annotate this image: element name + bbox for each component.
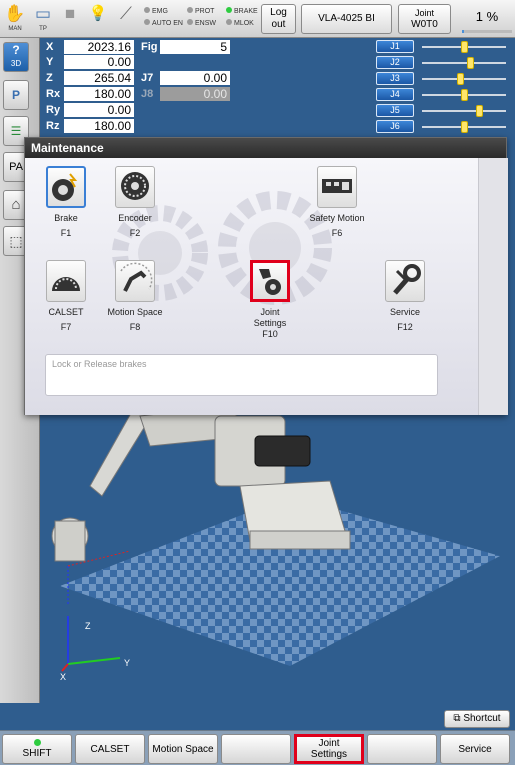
stop-square-icon[interactable]: ■: [59, 3, 81, 35]
robot-name-button[interactable]: VLA-4025 BI: [301, 4, 392, 34]
safety-motion-icon: [317, 166, 357, 208]
service-tile[interactable]: Service F12: [367, 260, 443, 333]
ensw-indicator: [187, 19, 193, 25]
j5-button[interactable]: J5: [376, 104, 414, 117]
pose-icon: P: [11, 88, 20, 102]
status-column-3: BRAKE MLOK: [226, 6, 258, 30]
dialog-body: Brake F1 Encoder F2 Safety Motion F6 CAL…: [25, 158, 508, 415]
calset-icon: [46, 260, 86, 302]
calset-tile[interactable]: CALSET F7: [28, 260, 104, 333]
brake-tile[interactable]: Brake F1: [28, 166, 104, 239]
dialog-title: Maintenance: [25, 138, 506, 158]
rz-value: 180.00: [64, 119, 134, 133]
x-value: 2023.16: [64, 40, 134, 54]
ry-value: 0.00: [64, 103, 134, 117]
j5-slider-track: [422, 110, 506, 112]
wrench-icon[interactable]: ⟋: [115, 3, 137, 35]
z-value: 265.04: [64, 71, 134, 85]
shortcut-button[interactable]: ⧉ Shortcut: [444, 710, 510, 728]
x-axis-label: X: [60, 672, 67, 682]
speed-bar-fill: [462, 30, 464, 33]
j3-slider-thumb[interactable]: [457, 73, 465, 85]
j4-button[interactable]: J4: [376, 88, 414, 101]
description-box: Lock or Release brakes: [45, 354, 438, 396]
j2-button[interactable]: J2: [376, 56, 414, 69]
joint-mode-button[interactable]: Joint W0T0: [398, 4, 451, 34]
rx-value: 180.00: [64, 87, 134, 101]
joint-row-j4: J4: [376, 88, 511, 102]
j6-slider-thumb[interactable]: [460, 121, 468, 133]
joint-settings-button[interactable]: Joint Settings: [294, 734, 364, 764]
shift-button[interactable]: SHIFT: [2, 734, 72, 764]
speed-bar: [462, 30, 512, 33]
joint-row-j3: J3: [376, 72, 511, 86]
joint-row-j1: J1: [376, 40, 511, 54]
encoder-icon: [115, 166, 155, 208]
j7-value: 0.00: [160, 71, 230, 85]
status-column-1: EMG AUTO EN: [144, 6, 183, 30]
safety-motion-tile[interactable]: Safety Motion F6: [299, 166, 375, 239]
j6-button[interactable]: J6: [376, 120, 414, 133]
brake-indicator: [226, 7, 232, 13]
joint-settings-icon: [250, 260, 290, 302]
y-axis-label: Y: [124, 658, 131, 668]
mlok-indicator: [226, 19, 232, 25]
j2-slider-thumb[interactable]: [467, 57, 475, 69]
j2-slider-track: [422, 62, 506, 64]
x-axis-line: [61, 663, 69, 672]
calset-button[interactable]: CALSET: [75, 734, 145, 764]
service-wrench-icon: [385, 260, 425, 302]
joint-row-j5: J5: [376, 104, 511, 118]
pose-button[interactable]: P: [3, 80, 29, 110]
top-status-bar: ✋ MAN ▭ TP ■ 💡 ⟋ EMG AUTO EN PROT ENSW B…: [0, 0, 515, 38]
joint-row-j6: J6: [376, 120, 511, 134]
shift-indicator: [33, 739, 41, 746]
emg-indicator: [144, 7, 150, 13]
y-value: 0.00: [64, 55, 134, 69]
shortcut-icon: ⧉: [453, 713, 464, 724]
maintenance-dialog: Maintenance Brake F1 Encoder F2 Safety M…: [24, 137, 508, 415]
j3-button[interactable]: J3: [376, 72, 414, 85]
motion-space-icon: [115, 260, 155, 302]
auto-en-indicator: [144, 19, 150, 25]
speed-percent[interactable]: 1 %: [466, 9, 508, 24]
prot-indicator: [187, 7, 193, 13]
encoder-tile[interactable]: Encoder F2: [97, 166, 173, 239]
status-column-2: PROT ENSW: [187, 6, 216, 30]
motion-space-button[interactable]: Motion Space: [148, 734, 218, 764]
service-button[interactable]: Service: [440, 734, 510, 764]
teach-pendant-icon[interactable]: ▭ TP: [32, 3, 54, 35]
function-key-bar: SHIFT CALSET Motion Space Joint Settings…: [0, 730, 515, 765]
blank-function-button-1[interactable]: [221, 734, 291, 764]
coordinate-panel: X 2023.16 Fig 5 Y 0.00 Z 265.04 J7 0.00 …: [44, 40, 258, 135]
j1-button[interactable]: J1: [376, 40, 414, 53]
j5-slider-thumb[interactable]: [475, 105, 483, 117]
z-axis-label: Z: [85, 621, 91, 631]
dialog-scrollbar[interactable]: [478, 158, 508, 415]
j4-slider-thumb[interactable]: [460, 89, 468, 101]
fig-value: 5: [160, 40, 230, 54]
blank-function-button-2[interactable]: [367, 734, 437, 764]
view-3d-button[interactable]: ? 3D: [3, 42, 29, 72]
question-icon: ?: [12, 43, 20, 57]
y-axis-line: [67, 657, 121, 665]
joint-settings-tile[interactable]: Joint Settings F10: [232, 260, 308, 340]
motion-space-tile[interactable]: Motion Space F8: [97, 260, 173, 333]
lightbulb-icon[interactable]: 💡: [87, 3, 109, 35]
j1-slider-thumb[interactable]: [460, 41, 468, 53]
joint-row-j2: J2: [376, 56, 511, 70]
brake-icon: [46, 166, 86, 208]
j8-value: 0.00: [160, 87, 230, 101]
hand-icon[interactable]: ✋ MAN: [4, 3, 26, 35]
logout-button[interactable]: Log out: [261, 4, 296, 34]
